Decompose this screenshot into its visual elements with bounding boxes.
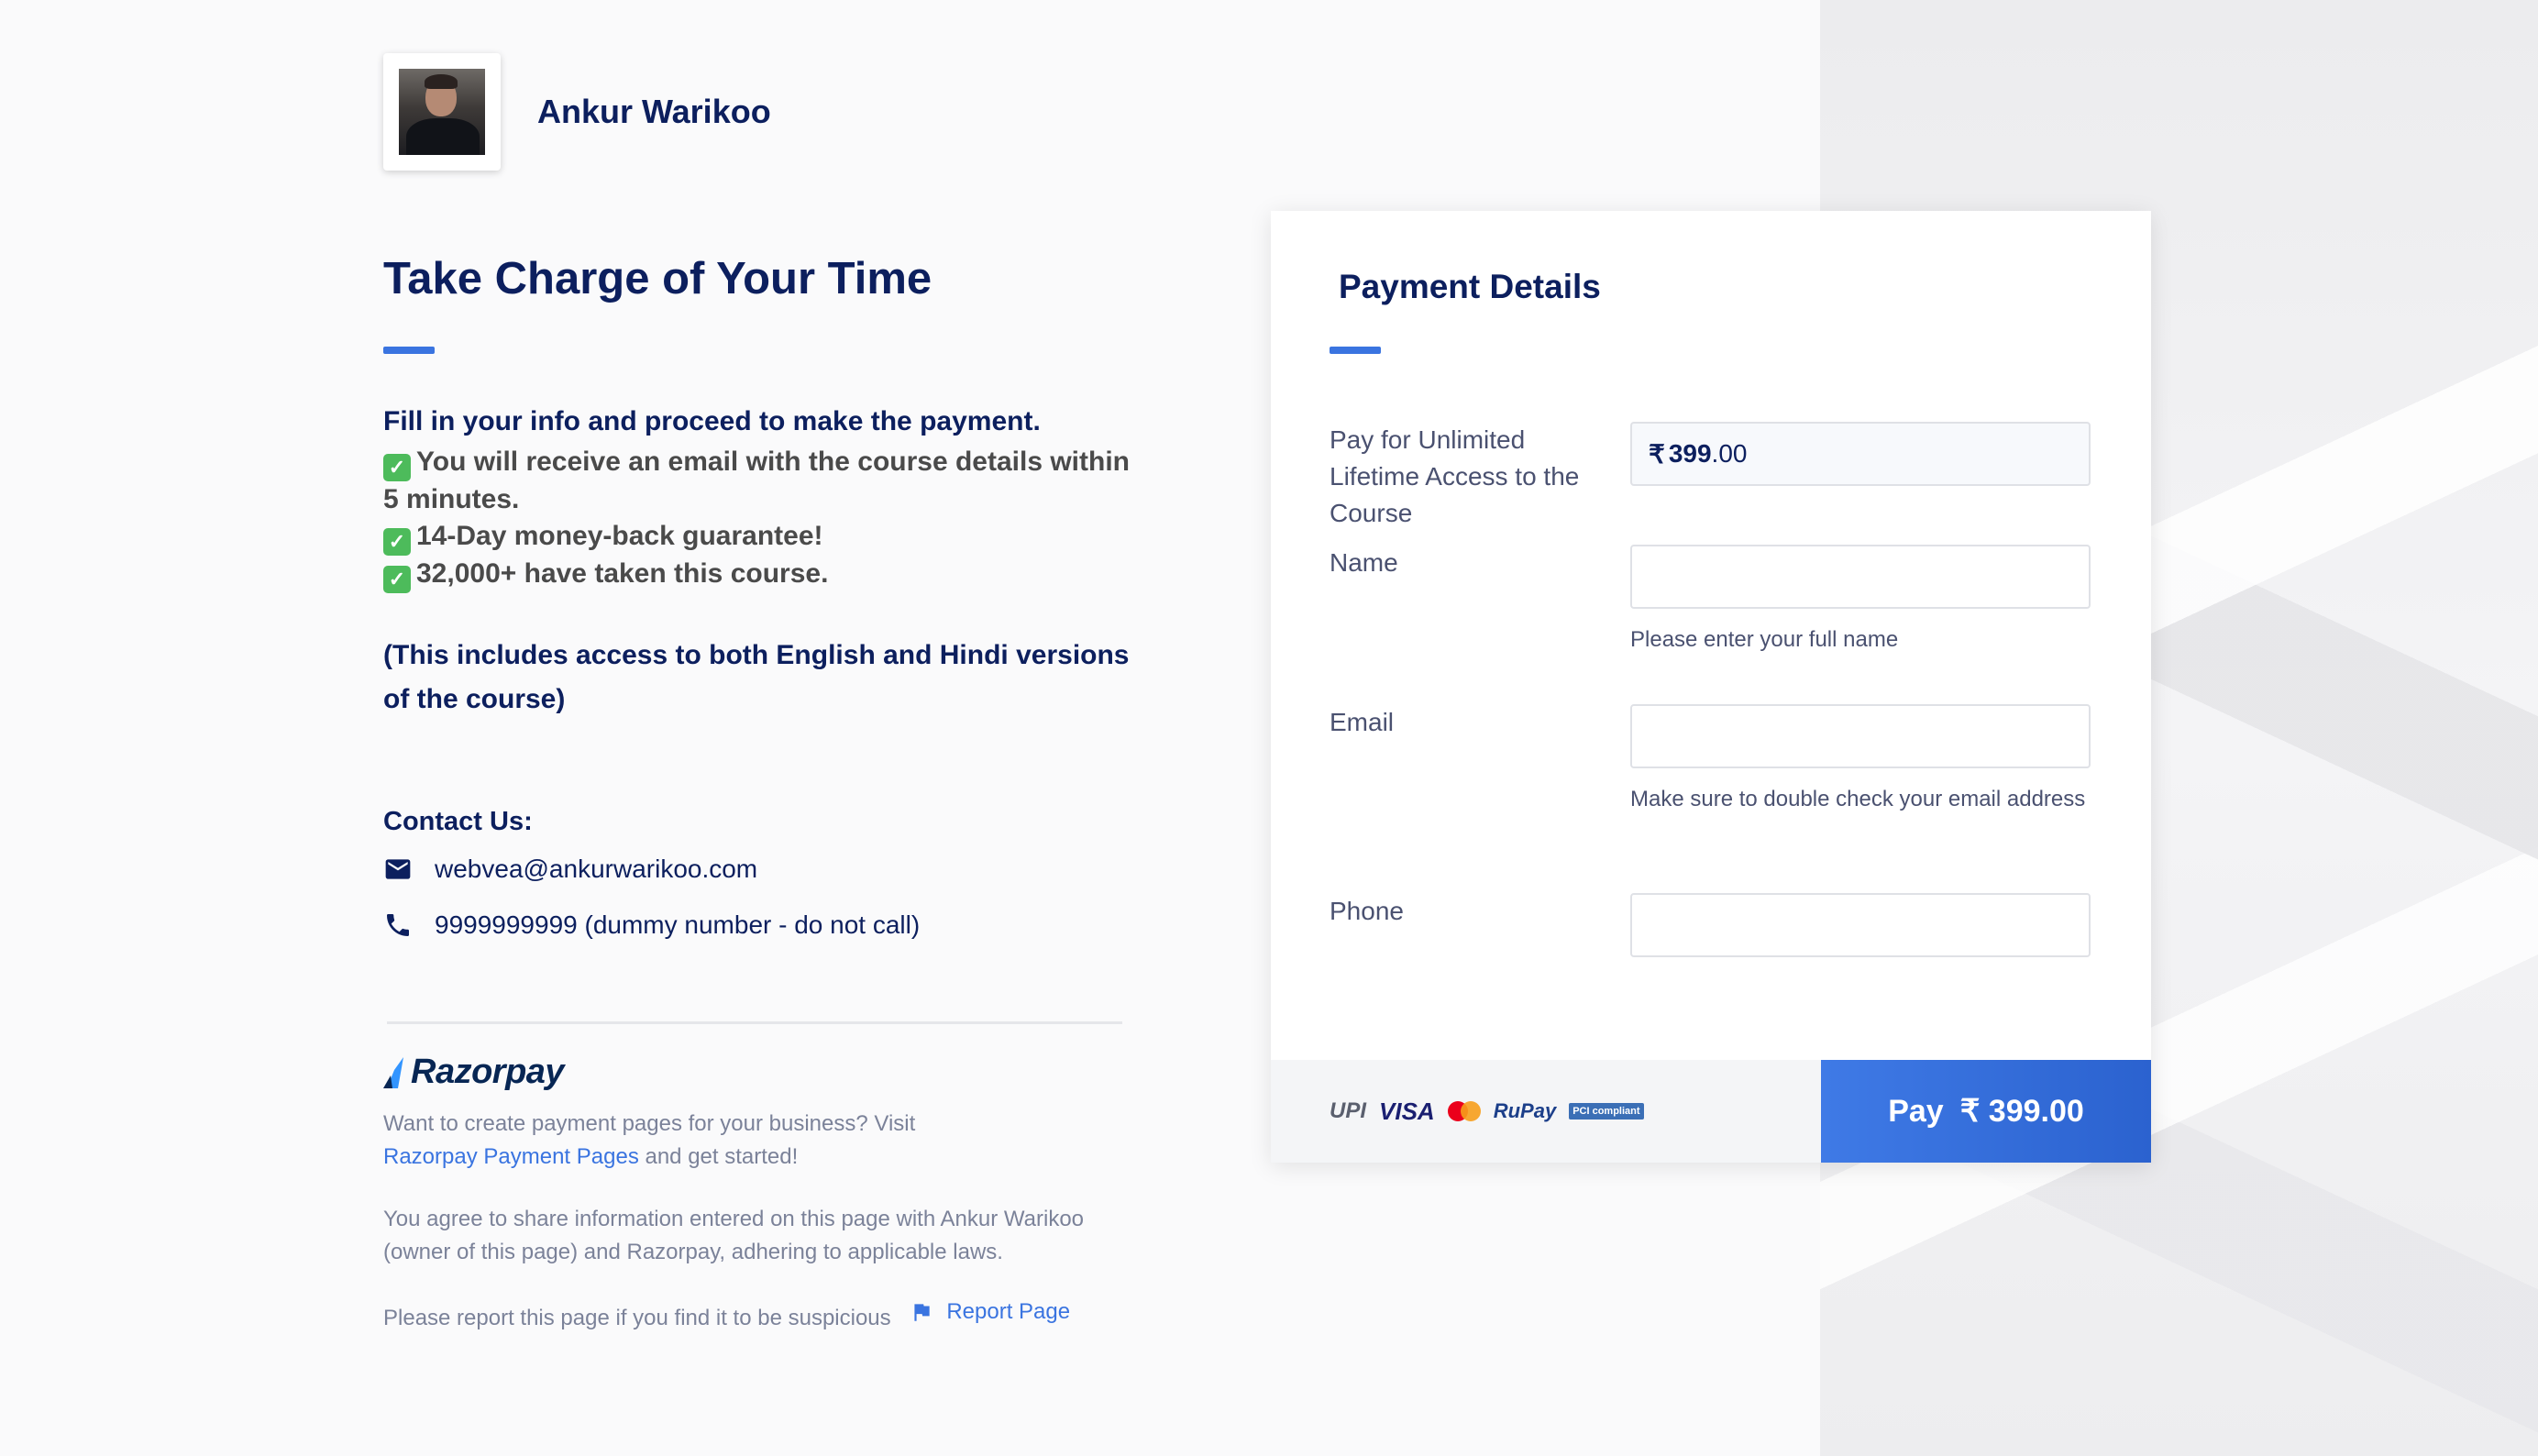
pci-logo: PCI compliant bbox=[1569, 1103, 1644, 1120]
page-title: Take Charge of Your Time bbox=[383, 254, 932, 303]
avatar bbox=[383, 53, 501, 171]
avatar-photo bbox=[399, 69, 485, 155]
description-bullet: ✓ 32,000+ have taken this course. bbox=[383, 556, 1135, 593]
pay-button[interactable]: Pay ₹ 399.00 bbox=[1821, 1060, 2151, 1163]
payment-title: Payment Details bbox=[1339, 268, 1601, 305]
consent-text: You agree to share information entered o… bbox=[383, 1207, 1085, 1264]
mastercard-logo bbox=[1447, 1101, 1481, 1121]
name-label: Name bbox=[1330, 548, 1398, 577]
payment-card: Payment Details Pay for Unlimited Lifeti… bbox=[1271, 211, 2151, 1163]
flag-icon bbox=[914, 1304, 930, 1321]
email-label: Email bbox=[1330, 708, 1395, 736]
checkmark-icon: ✓ bbox=[383, 528, 411, 556]
merchant-header: Ankur Warikoo bbox=[383, 53, 771, 171]
description-bullet: ✓ 14-Day money-back guarantee! bbox=[383, 518, 1135, 556]
contact-phone-row[interactable]: 9999999999 (dummy number - do not call) bbox=[383, 910, 920, 940]
name-help: Please enter your full name bbox=[1630, 627, 1899, 652]
report-page-link[interactable]: Report Page bbox=[910, 1296, 1070, 1329]
upi-logo: UPI bbox=[1330, 1098, 1367, 1123]
razorpay-pages-link[interactable]: Razorpay Payment Pages bbox=[383, 1144, 639, 1169]
checkmark-icon: ✓ bbox=[383, 454, 411, 481]
description-lead: Fill in your info and proceed to make th… bbox=[383, 406, 1041, 436]
name-field[interactable] bbox=[1630, 545, 2091, 609]
promo-text: Want to create payment pages for your bu… bbox=[383, 1111, 916, 1169]
contact-email[interactable]: webvea@ankurwarikoo.com bbox=[435, 855, 757, 884]
amount-field: ₹399.00 bbox=[1630, 422, 2091, 486]
razorpay-logo-icon bbox=[383, 1056, 403, 1088]
title-accent-bar bbox=[383, 347, 435, 354]
payment-title-accent bbox=[1330, 347, 1381, 354]
razorpay-logo[interactable]: Razorpay bbox=[383, 1053, 565, 1092]
visa-logo: VISA bbox=[1379, 1097, 1435, 1125]
merchant-name: Ankur Warikoo bbox=[537, 93, 771, 130]
email-field[interactable] bbox=[1630, 704, 2091, 768]
payment-footer: UPI VISA RuPay PCI compliant Pay ₹ 399.00 bbox=[1271, 1060, 2151, 1163]
email-help: Make sure to double check your email add… bbox=[1630, 787, 2086, 811]
checkmark-icon: ✓ bbox=[383, 566, 411, 593]
contact-email-row[interactable]: webvea@ankurwarikoo.com bbox=[383, 855, 757, 884]
payment-methods: UPI VISA RuPay PCI compliant bbox=[1330, 1060, 1644, 1163]
phone-icon bbox=[387, 914, 409, 936]
report-row: Please report this page if you find it t… bbox=[383, 1296, 1135, 1335]
contact-phone[interactable]: 9999999999 (dummy number - do not call) bbox=[435, 910, 920, 940]
phone-field[interactable] bbox=[1630, 893, 2091, 957]
phone-label: Phone bbox=[1330, 897, 1404, 925]
page-description: Fill in your info and proceed to make th… bbox=[383, 403, 1135, 722]
description-bullet: ✓ You will receive an email with the cour… bbox=[383, 447, 1130, 514]
description-note: (This includes access to both English an… bbox=[383, 640, 1130, 714]
section-divider bbox=[387, 1021, 1122, 1024]
contact-title: Contact Us: bbox=[383, 807, 533, 836]
rupay-logo: RuPay bbox=[1493, 1099, 1557, 1122]
amount-label: Pay for Unlimited Lifetime Access to the… bbox=[1330, 425, 1580, 527]
email-icon bbox=[385, 859, 411, 879]
